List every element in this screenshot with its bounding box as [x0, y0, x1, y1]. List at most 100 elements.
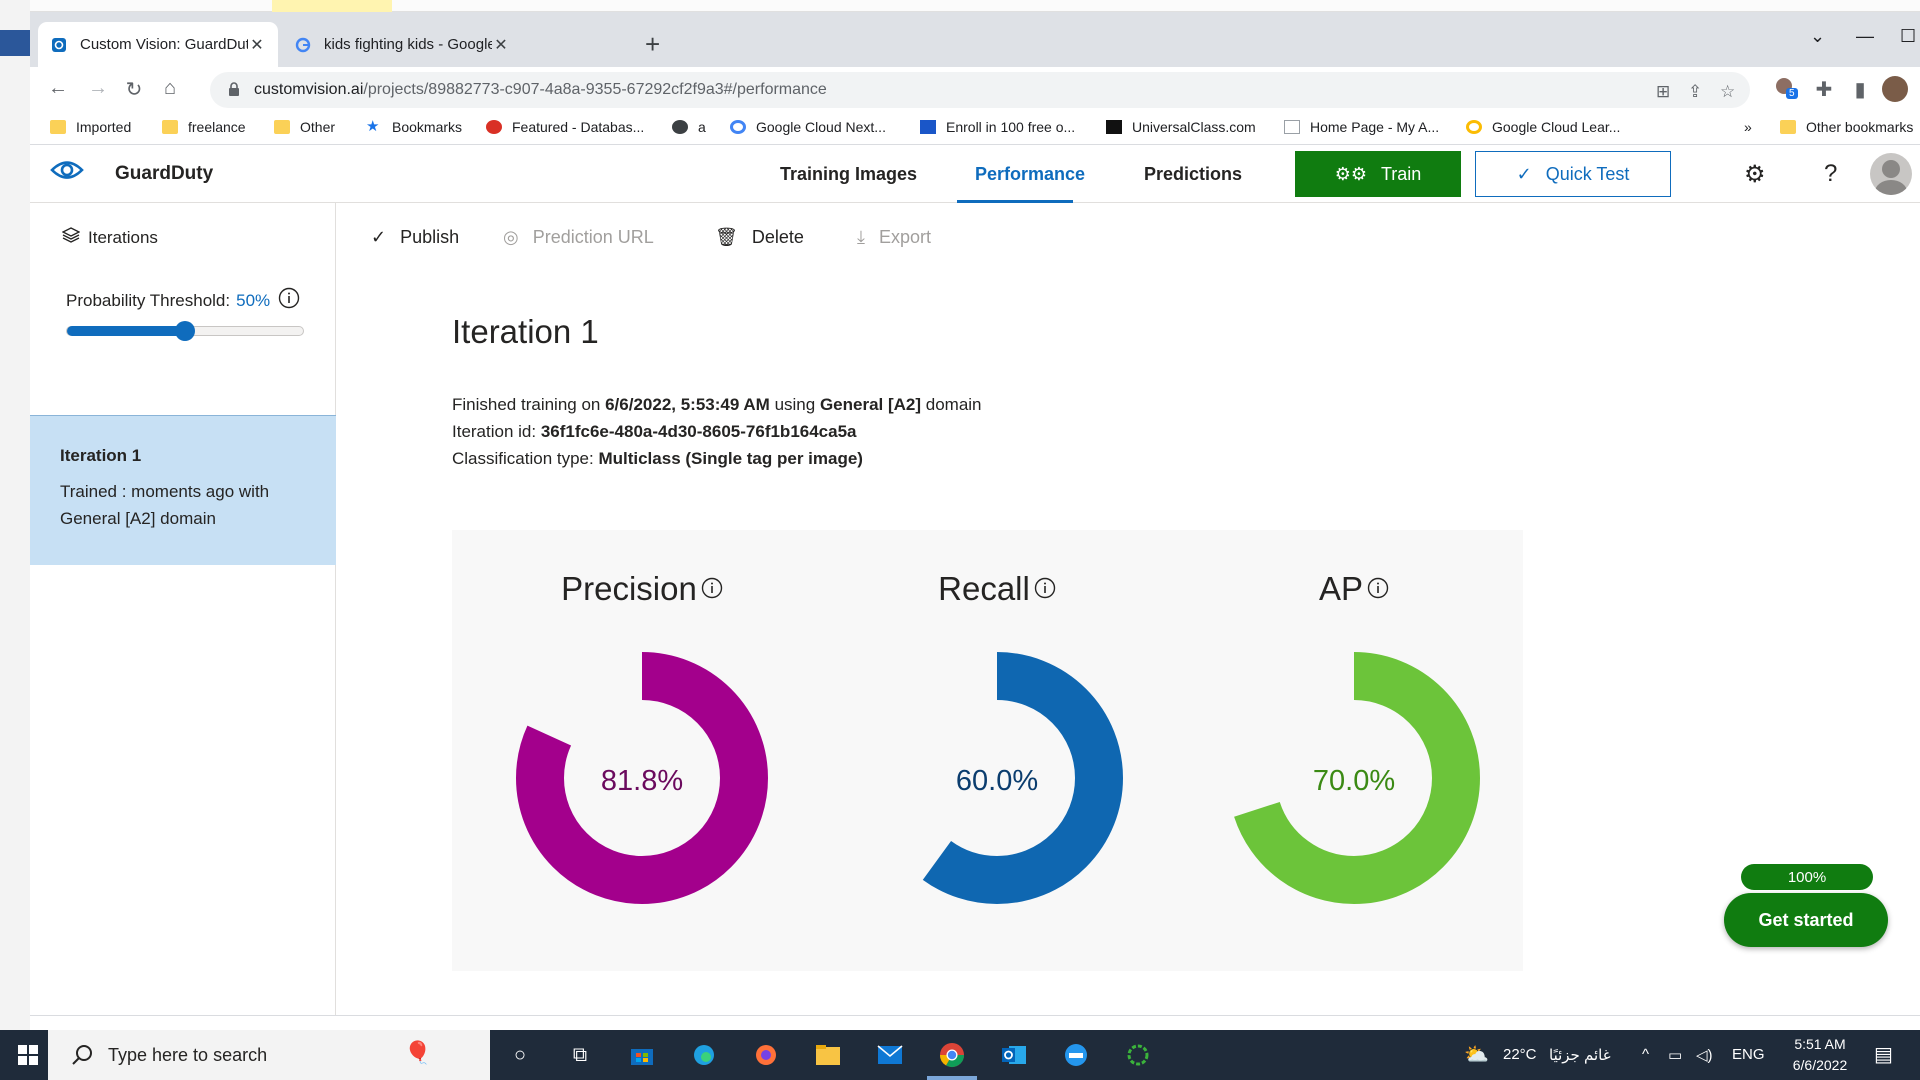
download-icon: ⤓	[857, 227, 865, 247]
tab-performance[interactable]: Performance	[975, 164, 1085, 185]
new-tab-icon[interactable]: +	[645, 31, 660, 57]
iteration-list-item[interactable]: Iteration 1 Trained : moments ago with G…	[30, 415, 336, 565]
bookmarks-overflow-icon[interactable]: »	[1744, 119, 1752, 135]
prediction-url-button[interactable]: ◎ Prediction URL	[503, 227, 654, 248]
iteration-id-line: Iteration id: 36f1fc6e-480a-4d30-8605-76…	[452, 418, 982, 445]
volume-icon[interactable]: ◁)	[1696, 1046, 1713, 1064]
reload-icon[interactable]: ↻	[122, 77, 146, 102]
iterations-header[interactable]: Iterations	[61, 227, 158, 248]
google-cloud-icon	[730, 120, 746, 134]
bookmark-label: Other	[300, 119, 336, 135]
slider-handle[interactable]	[175, 321, 195, 341]
bookmark-item[interactable]: Enroll in 100 free o...	[920, 119, 1075, 135]
cortana-icon[interactable]: ○	[505, 1040, 535, 1070]
quick-test-button[interactable]: ✓ Quick Test	[1475, 151, 1671, 197]
loading-ring-icon[interactable]	[1123, 1040, 1153, 1070]
publish-button[interactable]: ✓ Publish	[371, 227, 459, 248]
weather-cloud-icon[interactable]: ⛅	[1464, 1042, 1489, 1067]
minimize-icon[interactable]: —	[1856, 26, 1874, 47]
side-panel-icon[interactable]: ▮	[1848, 77, 1872, 102]
network-icon[interactable]: ▭	[1668, 1046, 1682, 1064]
share-icon[interactable]: ⇪	[1688, 82, 1702, 102]
info-icon[interactable]	[701, 578, 723, 604]
weather-temp[interactable]: 22°C	[1503, 1046, 1537, 1063]
bookmark-item[interactable]: Imported	[50, 119, 131, 135]
bookmark-label: freelance	[188, 119, 246, 135]
info-icon[interactable]	[1367, 578, 1389, 604]
checkmark-icon: ✓	[371, 227, 387, 247]
browser-tab-custom-vision[interactable]: Custom Vision: GuardDuty - Perfo ✕	[38, 22, 278, 67]
threshold-slider[interactable]	[66, 321, 304, 341]
get-started-button[interactable]: Get started	[1724, 893, 1888, 947]
show-hidden-icons-icon[interactable]: ^	[1642, 1046, 1649, 1063]
custom-vision-app: GuardDuty Training Images Performance Pr…	[30, 145, 1920, 1030]
publish-label: Publish	[400, 227, 460, 247]
folder-icon	[274, 120, 290, 134]
extension-icon[interactable]: 5	[1774, 76, 1800, 102]
extension-badge: 5	[1786, 88, 1798, 99]
close-tab-icon[interactable]: ✕	[492, 35, 510, 55]
export-button[interactable]: ⤓ Export	[857, 227, 931, 248]
tab-title: Custom Vision: GuardDuty - Perfo	[80, 36, 248, 53]
weather-condition[interactable]: غائم جزئيًا	[1549, 1046, 1611, 1064]
address-bar[interactable]: customvision.ai/projects/89882773-c907-4…	[210, 72, 1750, 108]
taskbar-search[interactable]: Type here to search 🎈	[48, 1030, 490, 1080]
bookmark-item[interactable]: Featured - Databas...	[486, 119, 644, 135]
bookmark-label: a	[698, 119, 706, 135]
metric-ap: AP 70.0%	[1204, 530, 1504, 971]
forward-icon[interactable]: →	[86, 77, 110, 100]
info-icon[interactable]	[278, 287, 300, 314]
edge-icon[interactable]	[689, 1040, 719, 1070]
bookmark-item[interactable]: a	[672, 119, 706, 135]
input-language[interactable]: ENG	[1732, 1046, 1765, 1063]
other-bookmarks[interactable]: Other bookmarks	[1780, 119, 1913, 135]
store-icon[interactable]	[627, 1040, 657, 1070]
close-tab-icon[interactable]: ✕	[248, 35, 266, 55]
extensions-puzzle-icon[interactable]: ✚	[1812, 77, 1836, 102]
bookmark-item[interactable]: freelance	[162, 119, 246, 135]
system-clock[interactable]: 5:51 AM 6/6/2022	[1780, 1034, 1860, 1076]
docker-icon[interactable]	[1061, 1040, 1091, 1070]
probability-threshold: Probability Threshold: 50%	[66, 287, 300, 314]
checkmark-icon: ✓	[1516, 163, 1532, 184]
user-avatar[interactable]	[1870, 153, 1912, 195]
bookmark-item[interactable]: Google Cloud Lear...	[1466, 119, 1620, 135]
bookmark-item[interactable]: Other	[274, 119, 335, 135]
browser-tab-google-search[interactable]: kids fighting kids - Google Searc ✕	[282, 22, 522, 67]
delete-button[interactable]: 🗑 Delete	[715, 227, 804, 248]
bookmark-item[interactable]: Home Page - My A...	[1284, 119, 1439, 135]
train-button[interactable]: ⚙⚙ Train	[1295, 151, 1461, 197]
project-name[interactable]: GuardDuty	[115, 163, 213, 185]
file-explorer-icon[interactable]	[813, 1040, 843, 1070]
custom-vision-eye-icon[interactable]	[50, 157, 84, 188]
notifications-icon[interactable]: ▤	[1874, 1042, 1893, 1067]
tab-predictions[interactable]: Predictions	[1144, 164, 1242, 185]
outlook-icon[interactable]	[999, 1040, 1029, 1070]
chrome-icon[interactable]	[937, 1040, 967, 1070]
home-icon[interactable]: ⌂	[158, 77, 182, 100]
custom-vision-favicon-icon	[50, 36, 68, 54]
windows-start-icon[interactable]	[18, 1045, 38, 1070]
metric-label-text: AP	[1318, 570, 1364, 607]
mail-icon[interactable]	[875, 1040, 905, 1070]
tab-search-chevron-icon[interactable]: ⌄	[1810, 26, 1825, 47]
task-view-icon[interactable]: ⧉	[565, 1040, 595, 1070]
back-icon[interactable]: ←	[46, 77, 70, 100]
onboarding-progress: 100%	[1741, 864, 1873, 890]
tab-training-images[interactable]: Training Images	[780, 164, 917, 185]
help-icon[interactable]: ?	[1824, 160, 1837, 188]
translate-icon[interactable]: ⊞	[1656, 82, 1670, 102]
bookmark-item[interactable]: Google Cloud Next...	[730, 119, 886, 135]
settings-gear-icon[interactable]: ⚙	[1744, 160, 1766, 189]
quick-test-label: Quick Test	[1545, 163, 1630, 184]
firefox-icon[interactable]	[751, 1040, 781, 1070]
maximize-icon[interactable]: ☐	[1900, 26, 1916, 47]
bookmark-star-icon[interactable]: ☆	[1720, 82, 1735, 102]
bookmark-item[interactable]: UniversalClass.com	[1106, 119, 1256, 135]
info-icon[interactable]	[1034, 578, 1056, 604]
browser-menu-icon[interactable]: ⋮	[1910, 77, 1920, 102]
bookmark-item[interactable]: ★ Bookmarks	[366, 119, 462, 135]
iterations-label: Iterations	[88, 227, 158, 247]
profile-avatar[interactable]	[1882, 76, 1908, 102]
export-label: Export	[878, 227, 931, 247]
